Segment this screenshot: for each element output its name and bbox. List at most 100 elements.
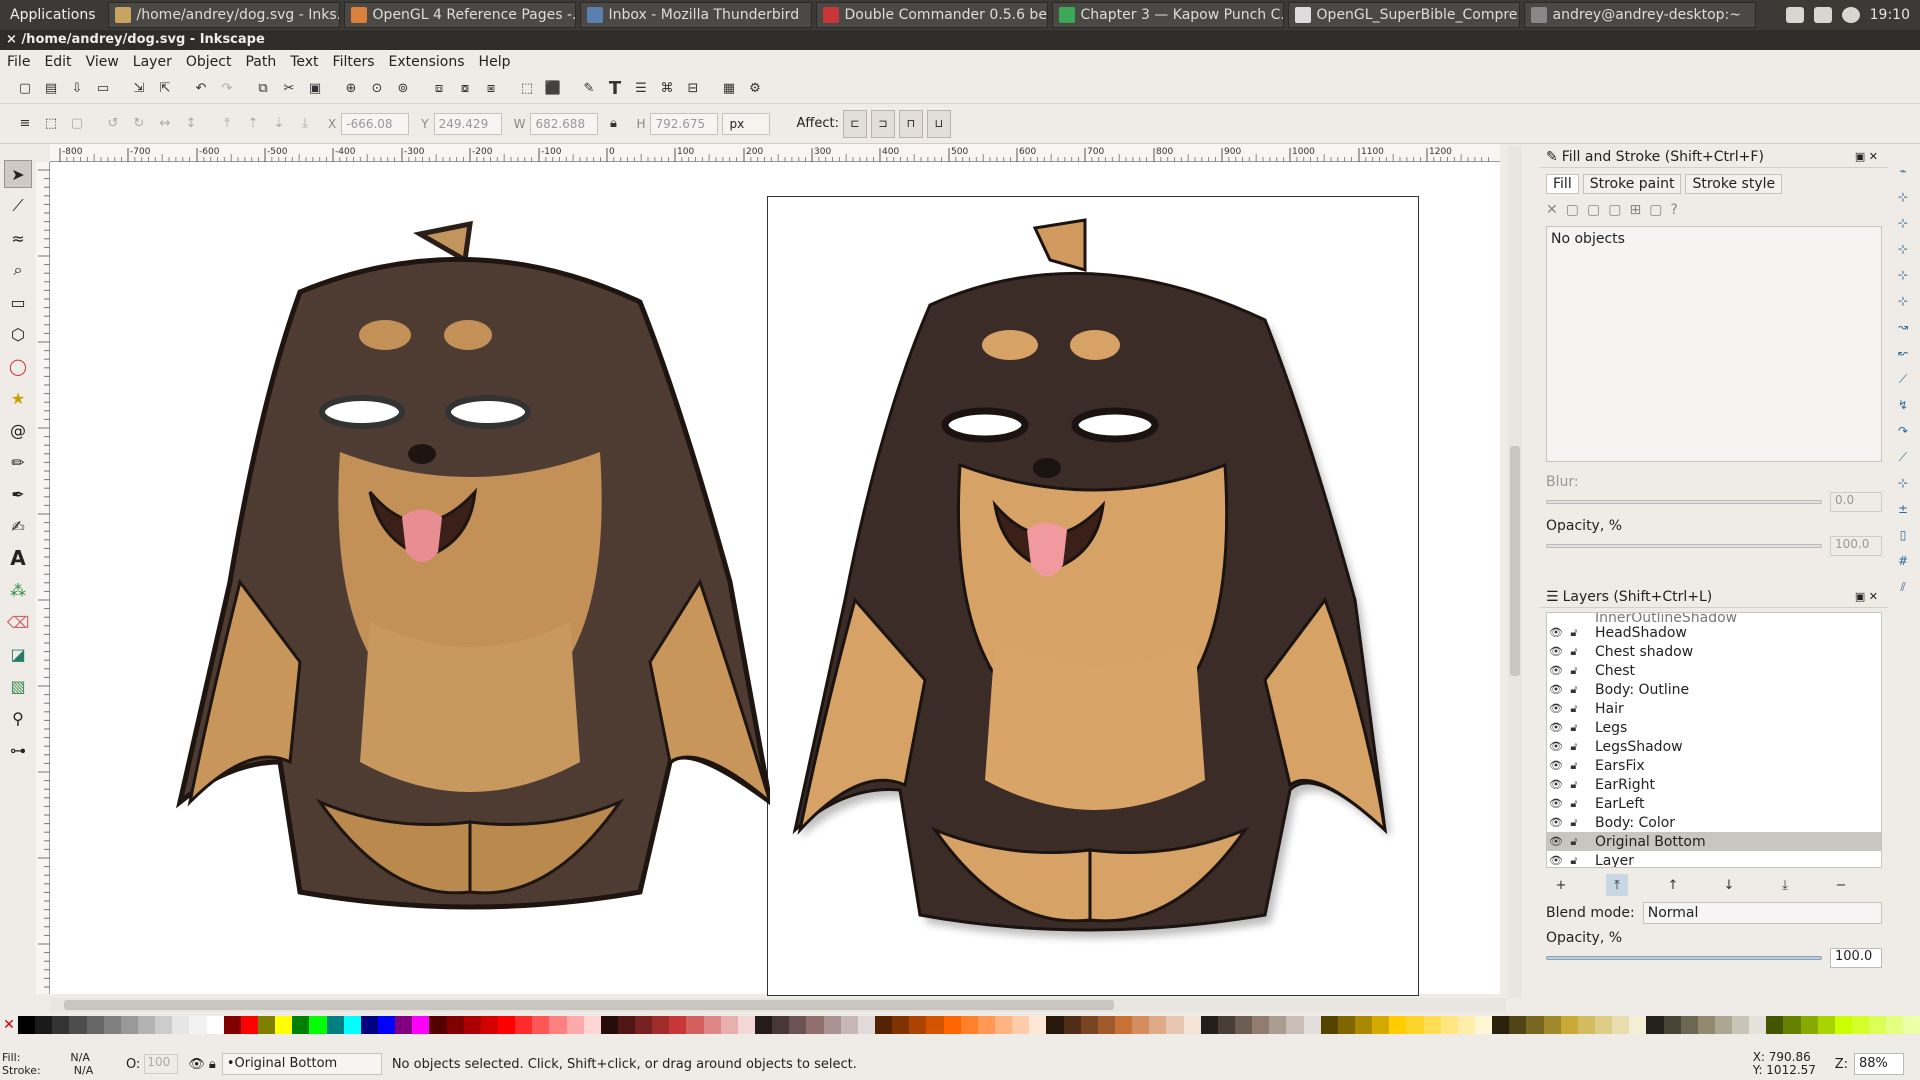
color-swatch[interactable] <box>1183 1016 1201 1034</box>
color-swatch[interactable] <box>35 1016 53 1034</box>
color-swatch[interactable] <box>395 1016 413 1034</box>
layer-visibility-icon[interactable]: 👁︎ <box>1547 721 1565 734</box>
star-tool-icon[interactable]: ★ <box>4 384 32 412</box>
layer-row[interactable]: 👁︎ 🔓︎ Hair <box>1547 699 1881 718</box>
snap-page-border-icon[interactable]: ▯ <box>1891 524 1915 546</box>
color-swatch[interactable] <box>1629 1016 1647 1034</box>
layer-lock-icon[interactable]: 🔓︎ <box>1565 721 1583 735</box>
layer-row[interactable]: 👁︎ 🔓︎ HeadShadow <box>1547 623 1881 642</box>
task-button[interactable]: andrey@andrey-desktop:~ <box>1523 2 1756 28</box>
layer-visibility-icon[interactable]: 👁︎ <box>1547 645 1565 658</box>
layer-lock-icon[interactable]: 🔓︎ <box>1565 626 1583 640</box>
layer-lock-icon[interactable]: 🔒︎ <box>209 1057 216 1072</box>
color-swatch[interactable] <box>1200 1016 1218 1034</box>
color-swatch[interactable] <box>223 1016 241 1034</box>
color-swatch[interactable] <box>737 1016 756 1034</box>
color-swatch[interactable] <box>52 1016 70 1034</box>
color-swatch[interactable] <box>1063 1016 1081 1034</box>
color-swatch[interactable] <box>1354 1016 1373 1034</box>
color-swatch[interactable] <box>257 1016 276 1034</box>
snap-bbox-icon[interactable]: ⊹ <box>1891 186 1915 208</box>
color-swatch[interactable] <box>926 1016 944 1034</box>
menu-file[interactable]: File <box>0 54 37 70</box>
selector-tool-icon[interactable]: ➤ <box>4 160 32 188</box>
layer-row[interactable]: 👁︎ 🔓︎ Original Bottom <box>1547 832 1881 851</box>
color-swatch[interactable] <box>823 1016 841 1034</box>
document-properties-icon[interactable]: ▦ <box>718 78 740 100</box>
layer-lock-icon[interactable]: 🔓︎ <box>1565 778 1583 792</box>
color-swatch[interactable] <box>772 1016 790 1034</box>
layer-visibility-icon[interactable]: 👁︎ <box>1547 664 1565 677</box>
color-swatch[interactable] <box>669 1016 687 1034</box>
snap-cusp-icon[interactable]: ↯ <box>1891 394 1915 416</box>
color-swatch[interactable] <box>172 1016 190 1034</box>
color-palette[interactable]: ✕ <box>0 1016 1920 1034</box>
snap-paths-icon[interactable]: ↜ <box>1891 342 1915 364</box>
height-input[interactable]: 792.675 <box>650 112 719 135</box>
color-swatch[interactable] <box>1115 1016 1133 1034</box>
color-swatch[interactable] <box>1166 1016 1184 1034</box>
rotate-cw-icon[interactable]: ↻ <box>128 113 150 135</box>
color-swatch[interactable] <box>583 1016 601 1034</box>
blend-mode-select[interactable]: Normal <box>1642 902 1882 924</box>
menu-edit[interactable]: Edit <box>37 54 78 70</box>
snap-midpoints-icon[interactable]: ⟋ <box>1891 446 1915 468</box>
layer-row[interactable]: 👁︎ 🔓︎ Layer <box>1547 851 1881 868</box>
layers-list[interactable]: InnerOutlineShadow 👁︎ 🔓︎ HeadShadow 👁︎ 🔓︎ Che… <box>1546 612 1882 868</box>
copy-icon[interactable]: ⧉ <box>252 78 274 100</box>
zoom-drawing-icon[interactable]: ⊙ <box>366 78 388 100</box>
text-tool-icon[interactable]: A <box>4 544 32 572</box>
drawing-canvas[interactable] <box>50 162 1500 996</box>
color-swatch[interactable] <box>1337 1016 1355 1034</box>
color-swatch[interactable] <box>1594 1016 1613 1034</box>
close-window-button[interactable]: × <box>6 32 17 47</box>
affect-gradients-icon[interactable]: ⊓ <box>898 109 923 138</box>
layer-lock-icon[interactable]: 🔓︎ <box>1565 835 1583 849</box>
snap-object-center-icon[interactable]: ⊹ <box>1891 472 1915 494</box>
linear-gradient-icon[interactable]: ▢ <box>1587 202 1600 218</box>
color-swatch[interactable] <box>1132 1016 1150 1034</box>
color-swatch[interactable] <box>1286 1016 1304 1034</box>
duplicate-icon[interactable]: ⧈ <box>428 78 450 100</box>
dropper-tool-icon[interactable]: ⚲ <box>4 704 32 732</box>
layer-visibility-icon[interactable]: 👁︎ <box>1547 683 1565 696</box>
color-swatch[interactable] <box>155 1016 173 1034</box>
layer-lock-icon[interactable]: 🔓︎ <box>1565 816 1583 830</box>
clone-icon[interactable]: ⧇ <box>454 78 476 100</box>
color-swatch[interactable] <box>1714 1016 1733 1034</box>
import-icon[interactable]: ⇲ <box>128 78 150 100</box>
layer-lock-icon[interactable]: 🔓︎ <box>1565 854 1583 868</box>
layer-row[interactable]: 👁︎ 🔓︎ Chest <box>1547 661 1881 680</box>
color-swatch[interactable] <box>1080 1016 1098 1034</box>
task-button[interactable]: Chapter 3 — Kapow Punch C... <box>1051 2 1284 28</box>
color-swatch[interactable] <box>189 1016 207 1034</box>
color-swatch[interactable] <box>326 1016 344 1034</box>
color-swatch[interactable] <box>1046 1016 1064 1034</box>
fill-stroke-dialog-icon[interactable]: ✎ <box>578 78 600 100</box>
tab-stroke-paint[interactable]: Stroke paint <box>1582 174 1682 194</box>
layer-lock-icon[interactable]: 🔓︎ <box>1565 664 1583 678</box>
color-swatch[interactable] <box>206 1016 224 1034</box>
color-swatch[interactable] <box>1526 1016 1544 1034</box>
fill-opacity-input[interactable]: 100.0 <box>1830 536 1882 556</box>
rectangle-tool-icon[interactable]: ▭ <box>4 288 32 316</box>
color-swatch[interactable] <box>977 1016 996 1034</box>
color-swatch[interactable] <box>755 1016 773 1034</box>
layer-row[interactable]: 👁︎ 🔓︎ EarsFix <box>1547 756 1881 775</box>
color-swatch[interactable] <box>412 1016 430 1034</box>
swatch-icon[interactable]: ▢ <box>1649 202 1662 218</box>
color-swatch[interactable] <box>1543 1016 1561 1034</box>
color-swatch[interactable] <box>343 1016 361 1034</box>
layer-row[interactable]: 👁︎ 🔓︎ Chest shadow <box>1547 642 1881 661</box>
zoom-input[interactable]: 88% <box>1854 1053 1904 1075</box>
blur-slider[interactable] <box>1546 500 1822 504</box>
color-swatch[interactable] <box>69 1016 87 1034</box>
menu-view[interactable]: View <box>79 54 126 70</box>
select-all-layers-icon[interactable]: ⬚ <box>40 113 62 135</box>
color-swatch[interactable] <box>1406 1016 1424 1034</box>
affect-stroke-icon[interactable]: ⊏ <box>842 109 867 138</box>
panel-close-icon[interactable]: ▣ ✕ <box>1855 150 1878 163</box>
layer-visibility-icon[interactable]: 👁︎ <box>1547 816 1565 829</box>
color-swatch[interactable] <box>360 1016 378 1034</box>
clock[interactable]: 19:10 <box>1870 7 1910 23</box>
